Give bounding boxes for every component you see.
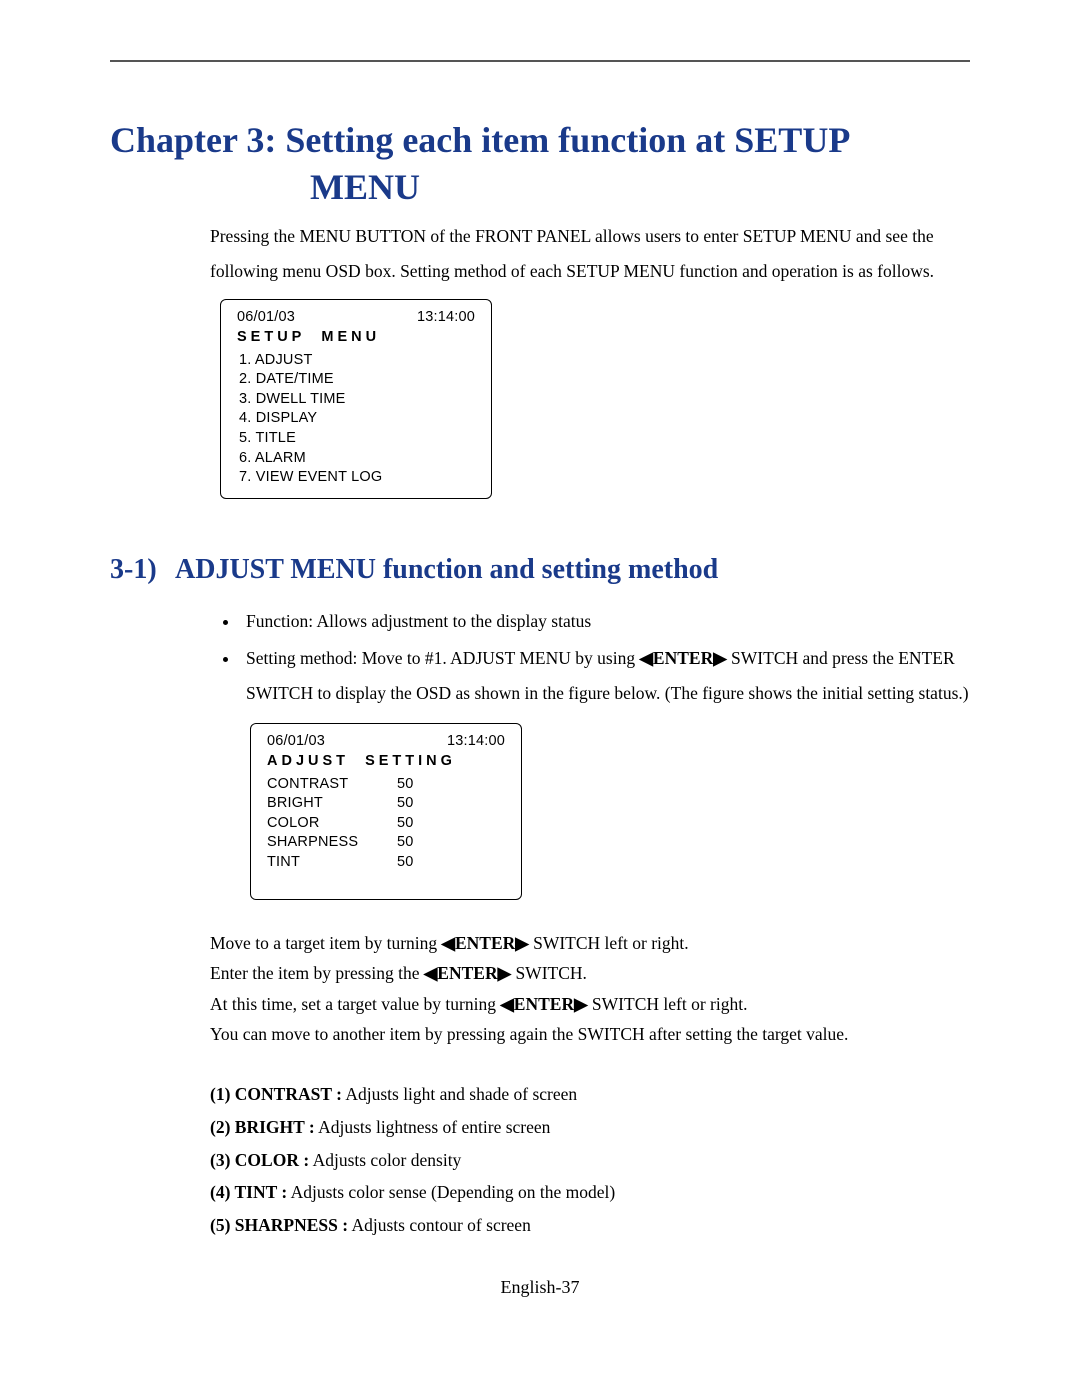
setup-menu-osd: 06/01/03 13:14:00 SETUP MENU 1. ADJUST 2… (220, 299, 492, 499)
intro-line-2: following menu OSD box. Setting method o… (210, 254, 970, 289)
text: At this time, set a target value by turn… (210, 994, 500, 1014)
osd-row: CONTRAST50 (267, 775, 505, 795)
def-desc: Adjusts lightness of entire screen (315, 1117, 551, 1137)
osd-row-value: 50 (397, 775, 414, 795)
osd-row-value: 50 (397, 814, 414, 834)
top-divider (110, 60, 970, 62)
osd-item: 7. VIEW EVENT LOG (239, 468, 475, 488)
instruction-paragraphs: Move to a target item by turning ◀ENTER▶… (210, 928, 970, 1051)
text: Move to a target item by turning (210, 933, 442, 953)
osd-row: SHARPNESS50 (267, 833, 505, 853)
osd-item: 4. DISPLAY (239, 409, 475, 429)
intro-paragraph: Pressing the MENU BUTTON of the FRONT PA… (210, 219, 970, 289)
section-number: 3-1) (110, 554, 175, 586)
osd-title-menu: MENU (321, 329, 380, 345)
def-desc: Adjusts light and shade of screen (342, 1084, 577, 1104)
def-term: (2) BRIGHT : (210, 1117, 315, 1137)
osd-title-setting: SETTING (365, 753, 456, 769)
instruction-line: Move to a target item by turning ◀ENTER▶… (210, 928, 970, 959)
enter-switch-symbol: ◀ENTER▶ (639, 648, 726, 668)
def-term: (5) SHARPNESS : (210, 1215, 348, 1235)
enter-switch-symbol: ◀ENTER▶ (424, 963, 511, 983)
osd-title: ADJUST SETTING (267, 752, 505, 772)
def-term: (3) COLOR : (210, 1150, 309, 1170)
text: SWITCH left or right. (529, 933, 689, 953)
definition-item: (3) COLOR : Adjusts color density (210, 1146, 970, 1176)
osd-setting-list: CONTRAST50 BRIGHT50 COLOR50 SHARPNESS50 … (267, 775, 505, 873)
adjust-setting-osd: 06/01/03 13:14:00 ADJUST SETTING CONTRAS… (250, 723, 522, 900)
def-term: (4) TINT : (210, 1182, 287, 1202)
definition-item: (4) TINT : Adjusts color sense (Dependin… (210, 1178, 970, 1208)
text: Enter the item by pressing the (210, 963, 424, 983)
page-footer: English-37 (110, 1277, 970, 1298)
def-desc: Adjusts color sense (Depending on the mo… (287, 1182, 615, 1202)
chapter-title-line1: Chapter 3: Setting each item function at… (110, 120, 850, 160)
osd-title-adjust: ADJUST (267, 753, 349, 769)
section-bullets: Function: Allows adjustment to the displ… (240, 604, 970, 711)
bullet-function: Function: Allows adjustment to the displ… (240, 604, 970, 639)
osd-header: 06/01/03 13:14:00 (237, 308, 475, 328)
bullet-setting-method: Setting method: Move to #1. ADJUST MENU … (240, 641, 970, 711)
osd-item: 6. ALARM (239, 449, 475, 469)
instruction-line: Enter the item by pressing the ◀ENTER▶ S… (210, 958, 970, 989)
osd-row-value: 50 (397, 853, 414, 873)
osd-item-list: 1. ADJUST 2. DATE/TIME 3. DWELL TIME 4. … (237, 351, 475, 488)
text: SWITCH left or right. (588, 994, 748, 1014)
enter-switch-symbol: ◀ENTER▶ (500, 994, 587, 1014)
osd-row-value: 50 (397, 833, 414, 853)
osd-header: 06/01/03 13:14:00 (267, 732, 505, 752)
section-heading: ADJUST MENU function and setting method (175, 554, 718, 585)
def-desc: Adjusts color density (309, 1150, 461, 1170)
def-term: (1) CONTRAST : (210, 1084, 342, 1104)
definition-list: (1) CONTRAST : Adjusts light and shade o… (210, 1080, 970, 1241)
osd-row-label: COLOR (267, 814, 397, 834)
osd-item: 1. ADJUST (239, 351, 475, 371)
def-desc: Adjusts contour of screen (348, 1215, 531, 1235)
instruction-line: You can move to another item by pressing… (210, 1019, 970, 1050)
osd-row: BRIGHT50 (267, 794, 505, 814)
osd-time: 13:14:00 (447, 732, 505, 752)
osd-title: SETUP MENU (237, 328, 475, 348)
chapter-title: Chapter 3: Setting each item function at… (110, 117, 970, 211)
osd-row-label: BRIGHT (267, 794, 397, 814)
osd-item: 2. DATE/TIME (239, 370, 475, 390)
bullet-text-a: Setting method: Move to #1. ADJUST MENU … (246, 648, 639, 668)
enter-switch-symbol: ◀ENTER▶ (442, 933, 529, 953)
osd-date: 06/01/03 (237, 308, 295, 328)
definition-item: (5) SHARPNESS : Adjusts contour of scree… (210, 1211, 970, 1241)
osd-item: 3. DWELL TIME (239, 390, 475, 410)
text: SWITCH. (511, 963, 587, 983)
definition-item: (2) BRIGHT : Adjusts lightness of entire… (210, 1113, 970, 1143)
osd-row: COLOR50 (267, 814, 505, 834)
osd-row: TINT50 (267, 853, 505, 873)
manual-page: Chapter 3: Setting each item function at… (0, 0, 1080, 1338)
osd-time: 13:14:00 (417, 308, 475, 328)
osd-item: 5. TITLE (239, 429, 475, 449)
osd-row-label: TINT (267, 853, 397, 873)
osd-title-setup: SETUP (237, 329, 305, 345)
definition-item: (1) CONTRAST : Adjusts light and shade o… (210, 1080, 970, 1110)
section-3-1-title: 3-1)ADJUST MENU function and setting met… (110, 554, 970, 586)
osd-row-value: 50 (397, 794, 414, 814)
intro-line-1: Pressing the MENU BUTTON of the FRONT PA… (210, 219, 970, 254)
chapter-title-line2: MENU (110, 164, 970, 211)
osd-row-label: CONTRAST (267, 775, 397, 795)
osd-date: 06/01/03 (267, 732, 325, 752)
instruction-line: At this time, set a target value by turn… (210, 989, 970, 1020)
osd-row-label: SHARPNESS (267, 833, 397, 853)
